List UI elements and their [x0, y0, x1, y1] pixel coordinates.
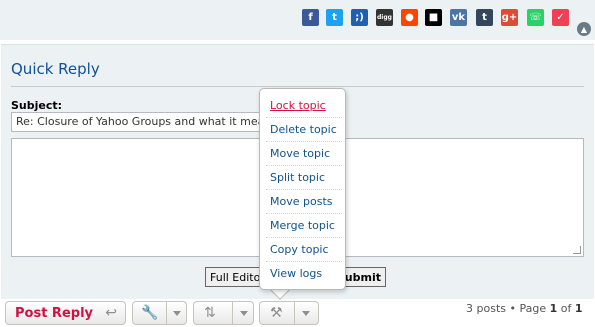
pagination-of: of [560, 302, 572, 315]
subject-label: Subject: [11, 99, 63, 112]
tumblr-icon[interactable]: t [476, 9, 493, 26]
reddit-icon[interactable]: ● [401, 9, 418, 26]
hammer-icon: ⚒ [270, 305, 283, 321]
full-editor-button[interactable]: Full Editor & Preview [205, 267, 267, 287]
menu-item-move-posts[interactable]: Move posts [266, 190, 342, 214]
facebook-icon[interactable]: f [302, 9, 319, 26]
chevron-down-icon [240, 311, 248, 316]
digg-icon[interactable]: digg [376, 9, 393, 26]
pagination: 3 posts • Page 1 of 1 [466, 302, 583, 315]
delicious-icon[interactable]: ■ [425, 9, 442, 26]
topic-tools-menu: Lock topic Delete topic Move topic Split to… [259, 88, 346, 290]
menu-item-split-topic[interactable]: Split topic [266, 166, 342, 190]
subject-input[interactable]: Re: Closure of Yahoo Groups and what it … [11, 112, 289, 132]
button-split [294, 302, 295, 324]
wrench-icon: 🔧 [141, 305, 159, 321]
chevron-down-icon [302, 311, 310, 316]
twitter-icon[interactable]: t [326, 9, 343, 26]
button-split [232, 302, 233, 324]
pocket-icon[interactable]: ✓ [552, 9, 569, 26]
reply-arrow-icon: ↩ [105, 305, 117, 321]
post-reply-button[interactable]: Post Reply ↩ [5, 301, 126, 325]
myspace-icon[interactable]: ;) [351, 9, 368, 26]
menu-list: Lock topic Delete topic Move topic Split to… [266, 94, 342, 286]
tools-dropdown-button[interactable]: 🔧 [132, 301, 187, 325]
menu-item-view-logs[interactable]: View logs [266, 262, 342, 286]
chevron-down-icon [173, 311, 181, 316]
panel-title: Quick Reply [11, 60, 100, 78]
button-split [166, 302, 167, 324]
vk-icon[interactable]: vk [450, 9, 467, 26]
menu-item-delete-topic[interactable]: Delete topic [266, 118, 342, 142]
menu-item-lock-topic[interactable]: Lock topic [266, 94, 342, 118]
pagination-total: 1 [574, 302, 583, 315]
menu-item-move-topic[interactable]: Move topic [266, 142, 342, 166]
whatsapp-icon[interactable]: ☏ [527, 9, 544, 26]
pagination-prefix: 3 posts • Page [466, 302, 547, 315]
sort-icon: ⇅ [204, 305, 216, 321]
sort-dropdown-button[interactable]: ⇅ [193, 301, 254, 325]
resize-handle-icon[interactable] [573, 246, 581, 254]
topic-tools-button[interactable]: ⚒ [259, 301, 319, 325]
post-reply-label: Post Reply [15, 305, 93, 321]
divider [11, 86, 584, 87]
pagination-current: 1 [549, 302, 558, 315]
menu-item-copy-topic[interactable]: Copy topic [266, 238, 342, 262]
collapse-icon[interactable]: ▲ [577, 22, 591, 36]
google-plus-icon[interactable]: g+ [501, 9, 518, 26]
menu-item-merge-topic[interactable]: Merge topic [266, 214, 342, 238]
